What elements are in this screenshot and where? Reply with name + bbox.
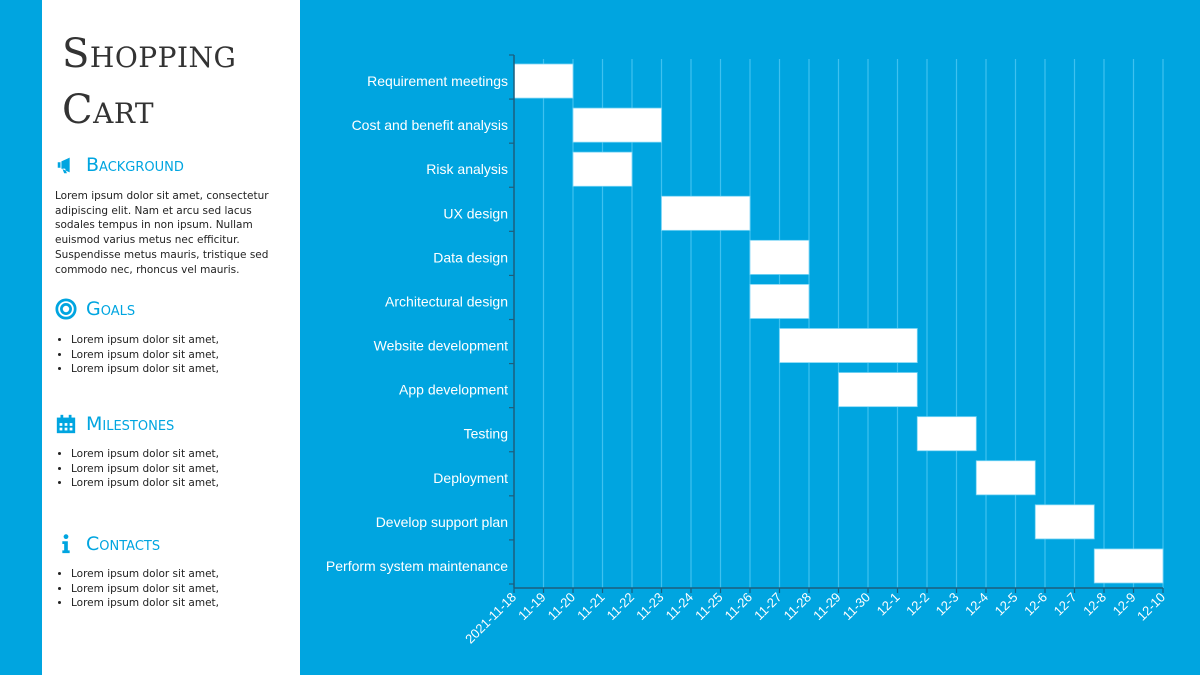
task-bar xyxy=(779,328,918,363)
task-label: Architectural design xyxy=(385,293,508,309)
task-label: Testing xyxy=(464,426,508,442)
task-bar xyxy=(749,239,810,275)
x-tick-label: 12-1 xyxy=(874,590,903,619)
task-bar xyxy=(1034,504,1095,540)
x-tick-label: 11-28 xyxy=(781,590,814,623)
x-tick-label: 11-21 xyxy=(574,590,607,623)
x-tick-label: 12-5 xyxy=(992,590,1021,619)
x-tick-label: 12-3 xyxy=(933,590,962,619)
task-label: Cost and benefit analysis xyxy=(352,117,508,133)
gantt-chart: Requirement meetings Cost and benefit ana… xyxy=(326,54,1168,647)
task-bar xyxy=(572,107,662,143)
task-label: Risk analysis xyxy=(426,161,508,177)
task-label: Data design xyxy=(433,249,508,265)
x-tick-label: 11-20 xyxy=(545,590,578,623)
x-tick-label: 11-26 xyxy=(722,590,755,623)
x-tick-label: 11-23 xyxy=(633,590,666,623)
date-tick-labels: 2021-11-1811-1911-2011-2111-2211-2311-24… xyxy=(462,590,1168,647)
x-tick-label: 12-8 xyxy=(1080,590,1109,619)
x-tick-label: 2021-11-18 xyxy=(462,590,519,647)
task-bar xyxy=(975,460,1036,496)
x-tick-label: 11-22 xyxy=(604,590,637,623)
x-tick-label: 11-29 xyxy=(810,590,843,623)
task-bar xyxy=(838,372,918,408)
x-tick-label: 12-7 xyxy=(1051,590,1080,619)
x-tick-label: 12-4 xyxy=(962,590,991,619)
task-bar xyxy=(749,284,810,319)
x-tick-label: 11-27 xyxy=(751,590,784,623)
x-tick-label: 11-24 xyxy=(663,590,696,623)
task-bar xyxy=(1093,548,1164,584)
task-bar xyxy=(661,195,751,231)
x-tick-label: 12-2 xyxy=(903,590,932,619)
task-labels: Requirement meetings Cost and benefit ana… xyxy=(326,73,508,574)
task-label: UX design xyxy=(443,205,508,221)
task-bar xyxy=(916,416,977,452)
task-label: Perform system maintenance xyxy=(326,558,508,574)
x-tick-label: 11-25 xyxy=(692,590,725,623)
x-tick-label: 11-19 xyxy=(515,590,548,623)
task-bar xyxy=(513,63,574,99)
task-label: Deployment xyxy=(433,470,508,486)
task-label: Website development xyxy=(374,338,508,354)
task-label: Requirement meetings xyxy=(367,73,508,89)
task-label: Develop support plan xyxy=(376,514,508,530)
x-tick-label: 12-10 xyxy=(1134,590,1168,624)
x-tick-label: 12-6 xyxy=(1021,590,1050,619)
task-bar xyxy=(572,151,633,187)
task-label: App development xyxy=(399,382,508,398)
x-tick-label: 11-30 xyxy=(840,590,873,623)
